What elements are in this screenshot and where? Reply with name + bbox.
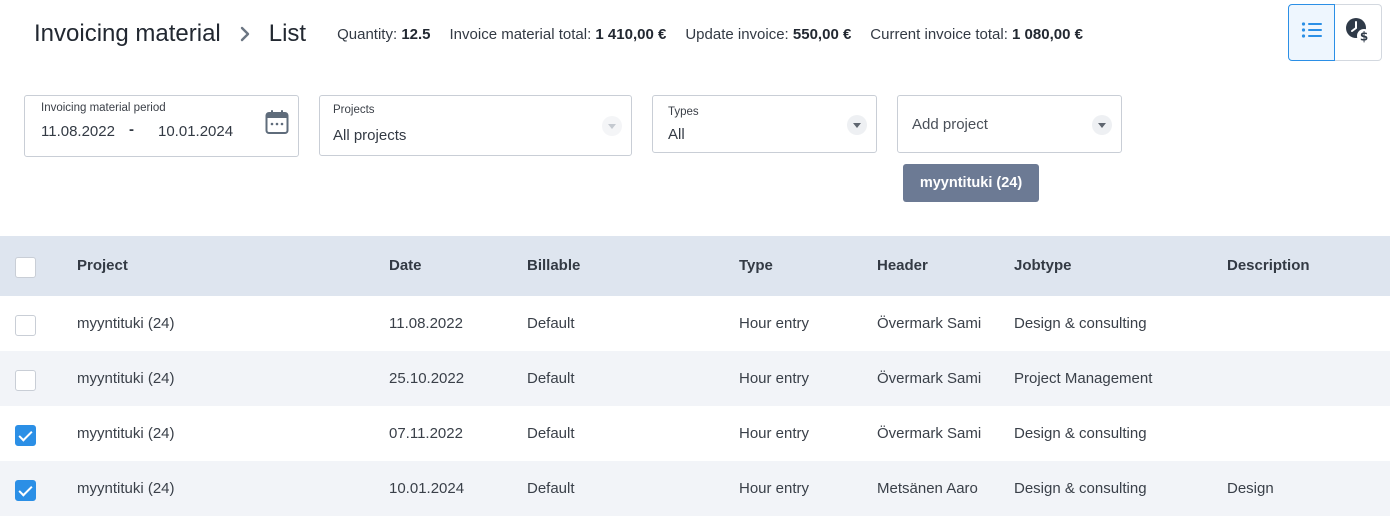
types-label: Types xyxy=(668,106,699,118)
chevron-down-icon xyxy=(847,115,867,135)
cell-type: Hour entry xyxy=(739,370,810,387)
table-row[interactable]: myyntituki (24) 11.08.2022 Default Hour … xyxy=(0,296,1390,351)
chevron-down-icon xyxy=(1092,115,1112,135)
projects-value: All projects xyxy=(333,127,407,144)
cell-date: 25.10.2022 xyxy=(389,370,465,387)
invoicing-material-table: Project Date Billable Type Header Jobtyp… xyxy=(0,236,1390,516)
table-row[interactable]: myyntituki (24) 25.10.2022 Default Hour … xyxy=(0,351,1390,406)
period-separator: - xyxy=(129,121,134,138)
stat-value: 550,00 € xyxy=(792,25,852,43)
cell-header: Övermark Sami xyxy=(877,425,982,442)
projects-label: Projects xyxy=(333,104,375,116)
stat-update-invoice: Update invoice: 550,00 € xyxy=(685,26,851,43)
cell-header: Övermark Sami xyxy=(877,315,982,332)
cell-jobtype: Project Management xyxy=(1014,370,1153,387)
cell-date: 10.01.2024 xyxy=(389,480,465,497)
period-field[interactable]: Invoicing material period 11.08.2022 - 1… xyxy=(24,95,299,157)
stat-label: Invoice material total: xyxy=(449,25,592,43)
breadcrumb-current: List xyxy=(268,20,307,47)
cell-billable: Default xyxy=(527,480,575,497)
cell-jobtype: Design & consulting xyxy=(1014,315,1147,332)
time-money-view-button[interactable]: $ xyxy=(1335,4,1382,61)
cell-header: Metsänen Aaro xyxy=(877,480,978,497)
page-header: Invoicing material List Quantity: 12.5 I… xyxy=(34,16,1102,52)
cell-type: Hour entry xyxy=(739,425,810,442)
cell-date: 07.11.2022 xyxy=(389,425,463,442)
stat-value: 1 080,00 € xyxy=(1012,25,1083,43)
column-header-billable[interactable]: Billable xyxy=(527,236,580,296)
table-header: Project Date Billable Type Header Jobtyp… xyxy=(0,236,1390,296)
cell-type: Hour entry xyxy=(739,480,810,497)
types-value: All xyxy=(668,126,685,143)
calendar-icon[interactable] xyxy=(265,109,289,140)
row-checkbox[interactable] xyxy=(15,370,36,391)
cell-header: Övermark Sami xyxy=(877,370,982,387)
stat-value: 1 410,00 € xyxy=(595,25,667,43)
projects-select[interactable]: Projects All projects xyxy=(319,95,632,156)
chevron-right-icon xyxy=(234,16,256,52)
cell-project: myyntituki (24) xyxy=(77,315,175,332)
table-row[interactable]: myyntituki (24) 07.11.2022 Default Hour … xyxy=(0,406,1390,461)
cell-billable: Default xyxy=(527,370,575,387)
selected-project-chip[interactable]: myyntituki (24) xyxy=(903,164,1039,202)
list-icon xyxy=(1301,21,1323,44)
stat-label: Quantity: xyxy=(337,25,398,43)
table-row[interactable]: myyntituki (24) 10.01.2024 Default Hour … xyxy=(0,461,1390,516)
types-select[interactable]: Types All xyxy=(652,95,877,153)
column-header-description[interactable]: Description xyxy=(1227,236,1310,296)
column-header-type[interactable]: Type xyxy=(739,236,773,296)
stat-label: Update invoice: xyxy=(685,25,789,43)
cell-date: 11.08.2022 xyxy=(389,315,463,332)
breadcrumb-root[interactable]: Invoicing material xyxy=(34,20,221,48)
column-header-header[interactable]: Header xyxy=(877,236,928,296)
period-start-input[interactable]: 11.08.2022 xyxy=(41,123,115,140)
stat-current-invoice-total: Current invoice total: 1 080,00 € xyxy=(870,26,1083,43)
chevron-down-icon xyxy=(602,116,622,136)
stat-invoice-material-total: Invoice material total: 1 410,00 € xyxy=(450,26,667,43)
stat-label: Current invoice total: xyxy=(870,25,1008,43)
list-view-button[interactable] xyxy=(1288,4,1335,61)
row-checkbox[interactable] xyxy=(15,425,36,446)
row-checkbox[interactable] xyxy=(15,315,36,336)
cell-description: Design xyxy=(1227,480,1274,497)
svg-text:$: $ xyxy=(1360,30,1368,44)
add-project-select[interactable]: Add project xyxy=(897,95,1122,153)
stat-value: 12.5 xyxy=(401,25,431,43)
view-toggle: $ xyxy=(1288,4,1382,61)
stat-quantity: Quantity: 12.5 xyxy=(337,26,430,43)
time-money-icon: $ xyxy=(1344,16,1372,49)
cell-project: myyntituki (24) xyxy=(77,480,175,497)
cell-project: myyntituki (24) xyxy=(77,425,175,442)
column-header-jobtype[interactable]: Jobtype xyxy=(1014,236,1072,296)
cell-type: Hour entry xyxy=(739,315,810,332)
cell-billable: Default xyxy=(527,315,575,332)
add-project-placeholder: Add project xyxy=(912,116,988,133)
column-header-project[interactable]: Project xyxy=(77,236,128,296)
period-label: Invoicing material period xyxy=(41,102,166,114)
cell-billable: Default xyxy=(527,425,575,442)
row-checkbox[interactable] xyxy=(15,480,36,501)
summary-stats: Quantity: 12.5 Invoice material total: 1… xyxy=(337,26,1102,43)
cell-project: myyntituki (24) xyxy=(77,370,175,387)
cell-jobtype: Design & consulting xyxy=(1014,425,1147,442)
cell-jobtype: Design & consulting xyxy=(1014,480,1147,497)
period-end-input[interactable]: 10.01.2024 xyxy=(158,123,233,140)
column-header-date[interactable]: Date xyxy=(389,236,422,296)
select-all-checkbox[interactable] xyxy=(15,257,36,278)
